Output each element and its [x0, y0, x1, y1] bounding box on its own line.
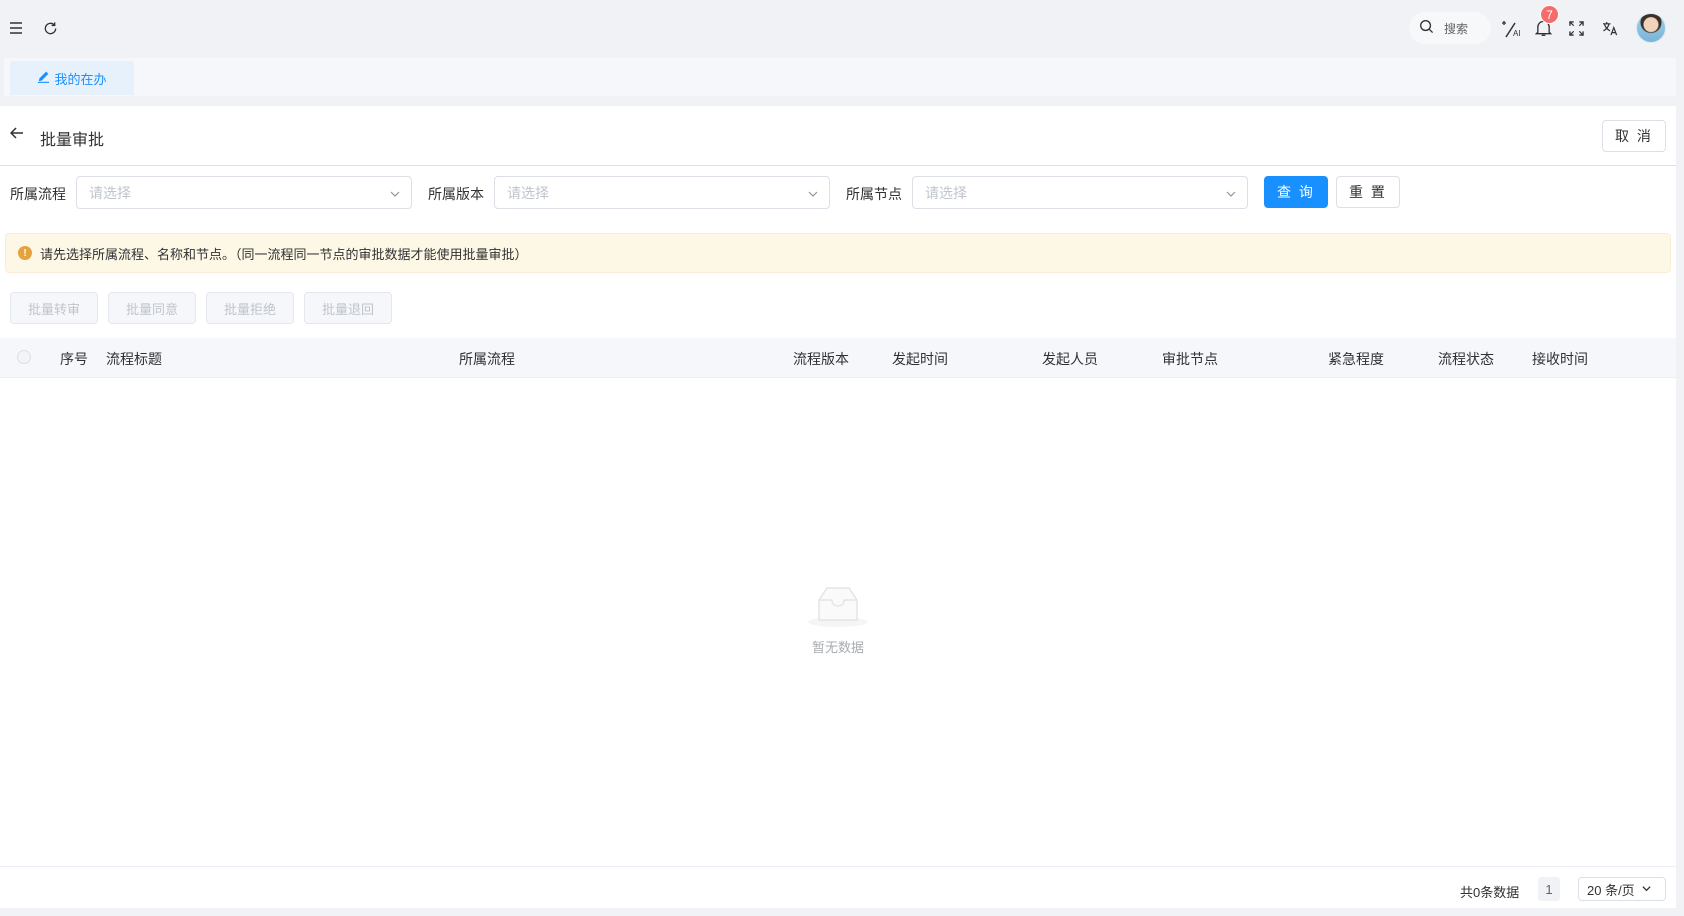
process-select[interactable]: 请选择: [76, 176, 412, 209]
translate-icon[interactable]: [1600, 18, 1620, 38]
batch-return-button[interactable]: 批量退回: [304, 292, 392, 324]
cancel-button[interactable]: 取 消: [1602, 120, 1666, 152]
tab-my-in-progress[interactable]: 我的在办: [10, 61, 134, 95]
version-placeholder: 请选择: [507, 184, 549, 201]
empty-text: 暂无数据: [811, 640, 864, 655]
column-header-status: 流程状态: [1438, 351, 1494, 367]
reset-button[interactable]: 重 置: [1336, 176, 1400, 208]
search-icon: [1419, 19, 1434, 37]
svg-text:AI: AI: [1513, 29, 1521, 38]
node-label: 所属节点: [846, 186, 902, 202]
chevron-down-icon: [389, 187, 401, 203]
ai-magic-icon[interactable]: AI: [1500, 18, 1522, 40]
version-select[interactable]: 请选择: [494, 176, 830, 209]
page-number-button[interactable]: 1: [1538, 877, 1560, 901]
empty-box-icon: [806, 587, 870, 631]
fullscreen-icon[interactable]: [1566, 18, 1586, 38]
column-header-initiator: 发起人员: [1042, 351, 1098, 367]
pagination: 共0条数据 1 20 条/页: [0, 866, 1676, 908]
column-header-received-time: 接收时间: [1532, 351, 1588, 367]
column-header-start-time: 发起时间: [892, 351, 948, 367]
avatar[interactable]: [1636, 13, 1666, 43]
column-header-process: 所属流程: [459, 351, 515, 367]
batch-reject-button[interactable]: 批量拒绝: [206, 292, 294, 324]
info-alert: ! 请先选择所属流程、名称和节点。（同一流程同一节点的审批数据才能使用批量审批）: [5, 233, 1671, 273]
column-header-version: 流程版本: [793, 351, 849, 367]
batch-approve-button[interactable]: 批量同意: [108, 292, 196, 324]
column-header-node: 审批节点: [1162, 351, 1218, 367]
process-placeholder: 请选择: [89, 184, 131, 201]
column-header-title: 流程标题: [106, 351, 162, 367]
search-label: 搜索: [1444, 21, 1469, 36]
page-size-select[interactable]: 20 条/页: [1578, 877, 1666, 901]
alert-text: 请先选择所属流程、名称和节点。（同一流程同一节点的审批数据才能使用批量审批）: [40, 246, 528, 262]
main-panel: 批量审批 取 消 所属流程 请选择 所属版本 请选择 所属节点 请选择 查 询 …: [0, 106, 1676, 908]
query-button[interactable]: 查 询: [1264, 176, 1328, 208]
page-header: 批量审批 取 消: [0, 106, 1676, 166]
chevron-down-icon: [1641, 882, 1652, 897]
back-arrow-icon[interactable]: [9, 126, 24, 143]
empty-state: 暂无数据: [806, 584, 870, 656]
version-label: 所属版本: [428, 186, 484, 202]
refresh-icon[interactable]: [40, 18, 60, 38]
search-box[interactable]: 搜索: [1409, 12, 1491, 44]
total-count: 共0条数据: [1460, 885, 1520, 900]
page-title: 批量审批: [40, 132, 105, 149]
column-header-index: 序号: [60, 351, 88, 367]
top-bar: 搜索 AI 7: [0, 0, 1684, 56]
table-header: 序号 流程标题 所属流程 流程版本 发起时间 发起人员 审批节点 紧急程度 流程…: [0, 338, 1676, 378]
process-label: 所属流程: [10, 186, 66, 202]
hamburger-icon[interactable]: [6, 18, 26, 38]
page-size-label: 20 条/页: [1587, 882, 1635, 898]
tab-label: 我的在办: [54, 71, 107, 87]
chevron-down-icon: [807, 187, 819, 203]
batch-transfer-button[interactable]: 批量转审: [10, 292, 98, 324]
node-placeholder: 请选择: [925, 184, 967, 201]
warning-icon: !: [18, 246, 32, 260]
chevron-down-icon: [1225, 187, 1237, 203]
node-select[interactable]: 请选择: [912, 176, 1248, 209]
tabs-bar: 我的在办: [4, 58, 1676, 96]
edit-icon: [37, 70, 50, 86]
select-all-checkbox[interactable]: [17, 350, 31, 364]
column-header-urgency: 紧急程度: [1328, 351, 1384, 367]
notification-badge: 7: [1540, 5, 1559, 24]
